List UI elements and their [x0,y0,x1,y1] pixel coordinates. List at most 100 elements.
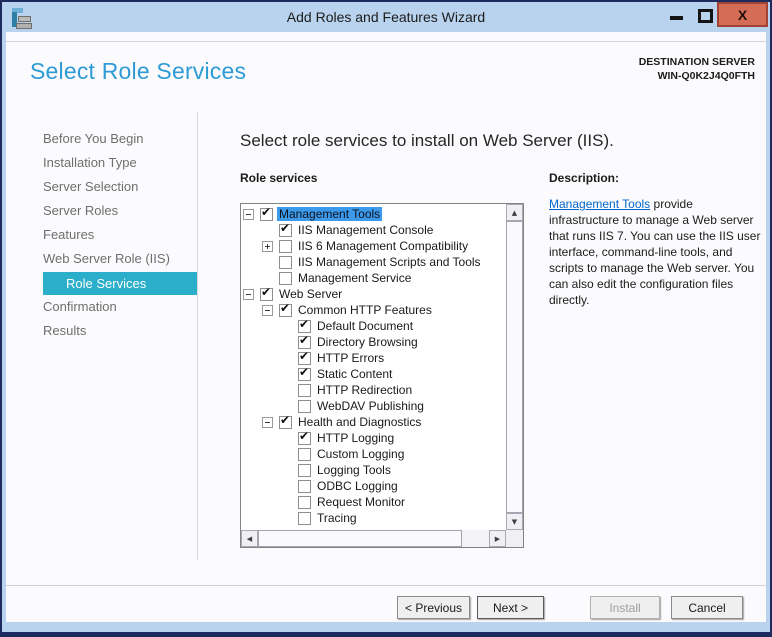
check-icon: ✔ [299,332,310,347]
maximize-button[interactable] [693,2,718,29]
checkbox-management-tools[interactable]: ✔ [260,204,273,221]
checkbox-iis-management-scripts-and-tools[interactable] [279,255,292,269]
destination-server-label: DESTINATION SERVER [638,56,755,68]
next-button[interactable]: Next > [477,596,544,619]
arrow-right-icon: ▶ [494,534,501,543]
checkbox-health-and-diagnostics[interactable]: ✔ [279,412,292,429]
previous-button[interactable]: < Previous [397,596,470,619]
cancel-button[interactable]: Cancel [671,596,743,619]
tree-label-http-errors[interactable]: HTTP Errors [315,351,386,365]
sidebar-item-web-server-role-iis[interactable]: Web Server Role (IIS) [43,247,197,271]
checkbox-default-document[interactable]: ✔ [298,316,311,333]
tree-label-http-redirection[interactable]: HTTP Redirection [315,383,414,397]
sidebar-item-role-services[interactable]: Role Services [43,272,197,295]
tree-label-static-content[interactable]: Static Content [315,367,394,381]
header-divider [6,41,766,42]
tree-label-tracing[interactable]: Tracing [315,511,359,525]
tree-label-odbc-logging[interactable]: ODBC Logging [315,479,400,493]
checkbox-web-server[interactable]: ✔ [260,284,273,301]
tree-row-http-errors: ✔ HTTP Errors [241,349,506,366]
tree-label-common-http-features[interactable]: Common HTTP Features [296,303,434,317]
tree-label-custom-logging[interactable]: Custom Logging [315,447,406,461]
checkbox-webdav-publishing[interactable] [298,399,311,413]
sidebar-item-confirmation[interactable]: Confirmation [43,295,197,319]
minimize-button[interactable] [662,2,689,29]
scroll-down-button[interactable]: ▼ [506,513,523,530]
tree-label-web-server[interactable]: Web Server [277,287,344,301]
tree-label-directory-browsing[interactable]: Directory Browsing [315,335,420,349]
instruction-text: Select role services to install on Web S… [240,131,614,150]
tree-label-management-tools[interactable]: Management Tools [277,207,383,221]
sidebar-item-installation-type[interactable]: Installation Type [43,151,197,175]
expand-plus-icon[interactable] [262,240,273,252]
check-icon: ✔ [261,284,272,299]
check-icon: ✔ [299,364,310,379]
checkbox-common-http-features[interactable]: ✔ [279,301,292,317]
scroll-right-button[interactable]: ▶ [489,530,506,547]
check-icon: ✔ [280,412,291,427]
horizontal-scrollbar[interactable]: ◀ ▶ [241,530,506,547]
tree-row-static-content: ✔ Static Content [241,364,506,382]
tree-label-health-and-diagnostics[interactable]: Health and Diagnostics [296,415,423,429]
checkbox-custom-logging[interactable] [298,447,311,461]
checkbox-http-logging[interactable]: ✔ [298,429,311,445]
vertical-scrollbar-thumb[interactable] [506,221,523,513]
collapse-minus-icon[interactable] [243,288,254,300]
sidebar-item-features[interactable]: Features [43,223,197,247]
tree-label-management-service[interactable]: Management Service [296,271,413,285]
sidebar-item-server-selection[interactable]: Server Selection [43,175,197,199]
description-body: provide infrastructure to manage a Web s… [549,197,761,307]
checkbox-logging-tools[interactable] [298,463,311,477]
expander-slot [243,208,260,220]
sidebar-item-server-roles[interactable]: Server Roles [43,199,197,223]
tree-label-logging-tools[interactable]: Logging Tools [315,463,393,477]
checkbox-tracing[interactable] [298,511,311,525]
wizard-sidebar: Before You Begin Installation Type Server … [43,127,197,343]
tree-label-http-logging[interactable]: HTTP Logging [315,431,396,445]
vertical-scrollbar[interactable]: ▲ ▼ [506,204,523,530]
checkbox-iis-6-management-compatibility[interactable] [279,239,292,253]
check-icon: ✔ [261,204,272,219]
tree-label-iis-management-console[interactable]: IIS Management Console [296,223,435,237]
tree-row-custom-logging: Custom Logging [241,446,506,462]
role-services-treebox: ✔ Management Tools ✔ IIS Management Console… [240,203,524,548]
tree-row-tracing: Tracing [241,510,506,526]
checkbox-http-redirection[interactable] [298,383,311,397]
checkbox-request-monitor[interactable] [298,495,311,509]
collapse-minus-icon[interactable] [262,416,273,428]
collapse-minus-icon[interactable] [243,208,254,220]
role-services-caption: Role services [240,171,318,185]
titlebar: Add Roles and Features Wizard X [2,2,770,32]
tree-label-webdav-publishing[interactable]: WebDAV Publishing [315,399,426,413]
expander-slot [262,304,279,316]
tree-row-directory-browsing: ✔ Directory Browsing [241,332,506,350]
minimize-icon [670,16,683,20]
checkbox-http-errors[interactable]: ✔ [298,349,311,365]
tree-label-iis-6-management-compatibility[interactable]: IIS 6 Management Compatibility [296,239,470,253]
checkbox-odbc-logging[interactable] [298,479,311,493]
install-button[interactable]: Install [590,596,660,619]
tree-label-iis-management-scripts-and-tools[interactable]: IIS Management Scripts and Tools [296,255,483,269]
tree-row-iis-management-console: ✔ IIS Management Console [241,221,506,238]
sidebar-item-before-you-begin[interactable]: Before You Begin [43,127,197,151]
management-tools-link[interactable]: Management Tools [549,197,650,211]
sidebar-divider [197,112,198,560]
arrow-up-icon: ▲ [511,208,518,217]
destination-server-block: DESTINATION SERVER WIN-Q0K2J4Q0FTH [639,55,755,83]
tree-label-default-document[interactable]: Default Document [315,319,415,333]
check-icon: ✔ [299,316,310,331]
checkbox-iis-management-console[interactable]: ✔ [279,221,292,237]
collapse-minus-icon[interactable] [262,304,273,316]
checkbox-management-service[interactable] [279,271,292,285]
sidebar-item-results[interactable]: Results [43,319,197,343]
checkbox-static-content[interactable]: ✔ [298,364,311,381]
close-button[interactable]: X [717,2,768,27]
scroll-up-button[interactable]: ▲ [506,204,523,221]
tree-label-request-monitor[interactable]: Request Monitor [315,495,407,509]
checkbox-directory-browsing[interactable]: ✔ [298,332,311,349]
scroll-left-button[interactable]: ◀ [241,530,258,547]
horizontal-scrollbar-thumb[interactable] [258,530,462,547]
tree-row-odbc-logging: ODBC Logging [241,478,506,494]
tree-row-management-tools: ✔ Management Tools [241,204,506,222]
description-caption: Description: [549,171,620,185]
